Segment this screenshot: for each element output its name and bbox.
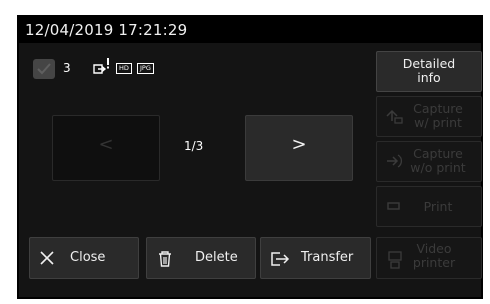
selected-count: 3 [63, 61, 71, 75]
capture-icon [387, 154, 402, 168]
transfer-label: Transfer [301, 250, 354, 265]
datetime-display: 12/04/2019 17:21:29 [25, 21, 188, 39]
detailed-info-label: Detailed info [402, 56, 456, 85]
select-checkbox[interactable] [33, 59, 55, 79]
transfer-alert-icon [93, 58, 109, 74]
image-review-panel: 12/04/2019 17:21:29 3 HD JPG < 1/3 > Det… [17, 15, 483, 299]
chevron-left-icon: < [98, 134, 114, 155]
jpg-badge: JPG [137, 63, 154, 74]
capture-with-print-label: Capture w/ print [413, 101, 463, 130]
next-button[interactable]: > [245, 115, 353, 181]
capture-without-print-label: Capture w/o print [410, 146, 466, 175]
close-button[interactable]: Close [29, 237, 139, 279]
chevron-right-icon: > [291, 134, 307, 155]
page-indicator: 1/3 [184, 139, 204, 153]
capture-print-icon [386, 109, 403, 124]
capture-without-print-button[interactable]: Capture w/o print [376, 141, 482, 182]
detailed-info-button[interactable]: Detailed info [376, 51, 482, 92]
close-label: Close [70, 250, 106, 265]
transfer-icon [271, 252, 290, 266]
previous-button[interactable]: < [52, 115, 160, 181]
delete-button[interactable]: Delete [146, 237, 256, 279]
video-printer-label: Video printer [412, 241, 456, 270]
print-label: Print [423, 199, 453, 214]
close-icon [40, 251, 54, 265]
video-printer-button[interactable]: Video printer [376, 237, 482, 279]
hd-badge: HD [116, 63, 132, 74]
delete-label: Delete [195, 250, 238, 265]
capture-with-print-button[interactable]: Capture w/ print [376, 96, 482, 137]
trash-icon [159, 251, 171, 267]
print-button[interactable]: Print [376, 186, 482, 227]
checkbox-checked-icon [37, 63, 51, 75]
top-bar: 12/04/2019 17:21:29 [19, 17, 481, 43]
transfer-button[interactable]: Transfer [260, 237, 371, 279]
printer-icon [387, 202, 400, 210]
